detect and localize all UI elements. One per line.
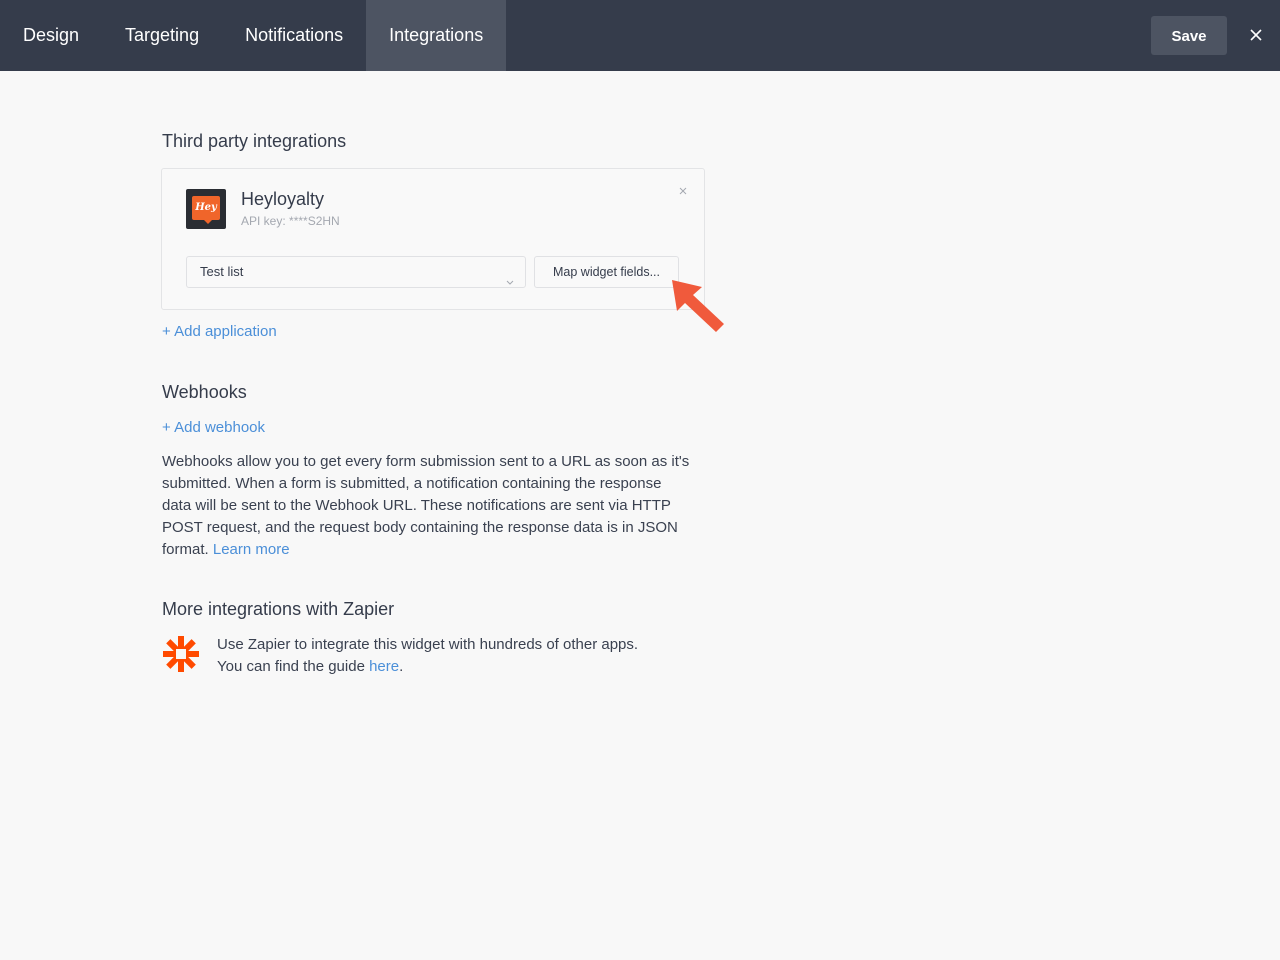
top-bar: Design Targeting Notifications Integrati…: [0, 0, 1280, 71]
third-party-title: Third party integrations: [162, 131, 347, 151]
chevron-down-icon: [505, 268, 515, 285]
tab-notifications[interactable]: Notifications: [222, 0, 366, 71]
list-select-value: Test list: [200, 264, 244, 279]
learn-more-link[interactable]: Learn more: [213, 541, 290, 558]
zapier-title: More integrations with Zapier: [162, 599, 395, 619]
zapier-guide-link[interactable]: here: [369, 658, 399, 675]
zapier-description: Use Zapier to integrate this widget with…: [217, 636, 639, 675]
map-widget-fields-button[interactable]: Map widget fields...: [534, 256, 679, 288]
tab-integrations[interactable]: Integrations: [366, 0, 507, 71]
integration-card: Hey Heyloyalty API key: ****S2HN Test li…: [161, 168, 705, 310]
list-select[interactable]: Test list: [186, 256, 526, 288]
add-application-link[interactable]: + Add application: [162, 323, 277, 340]
arrow-pointer-icon: [672, 280, 724, 332]
close-icon[interactable]: [1245, 24, 1267, 46]
add-webhook-link[interactable]: + Add webhook: [162, 419, 265, 436]
save-button[interactable]: Save: [1151, 16, 1227, 55]
tab-targeting[interactable]: Targeting: [102, 0, 222, 71]
tab-design[interactable]: Design: [0, 0, 102, 71]
tab-bar: Design Targeting Notifications Integrati…: [0, 0, 507, 71]
remove-integration-icon[interactable]: [678, 183, 688, 195]
api-key-text: API key: ****S2HN: [241, 214, 340, 228]
integration-name: Heyloyalty: [241, 189, 325, 209]
heyloyalty-logo-icon: Hey: [186, 189, 226, 229]
zapier-icon: [163, 636, 199, 672]
webhooks-title: Webhooks: [162, 382, 247, 402]
webhooks-description: Webhooks allow you to get every form sub…: [162, 453, 690, 558]
